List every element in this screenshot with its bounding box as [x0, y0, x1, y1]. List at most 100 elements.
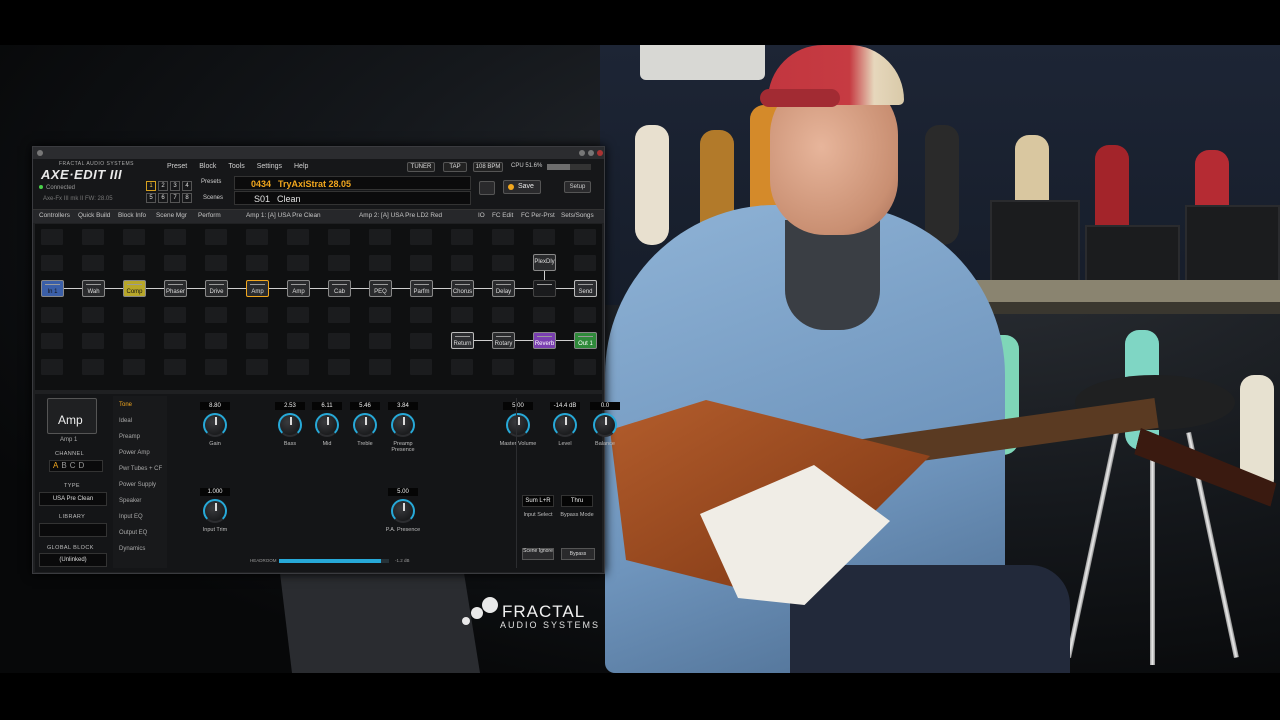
close-icon[interactable]: [597, 150, 603, 156]
grid-cell[interactable]: [123, 307, 145, 323]
grid-cell[interactable]: [492, 255, 514, 271]
page-preamp[interactable]: Preamp: [119, 434, 140, 440]
grid-cell[interactable]: [533, 359, 555, 375]
block-delay[interactable]: Delay: [492, 280, 515, 297]
library-field[interactable]: [39, 523, 107, 537]
grid-cell[interactable]: [492, 307, 514, 323]
grid-cell[interactable]: [410, 333, 432, 349]
grid-cell[interactable]: [82, 333, 104, 349]
grid-cell[interactable]: [41, 333, 63, 349]
num-button-7[interactable]: 7: [170, 193, 180, 203]
grid-cell[interactable]: [287, 333, 309, 349]
grid-cell[interactable]: [205, 359, 227, 375]
grid-cell[interactable]: [123, 359, 145, 375]
scene-display[interactable]: S01 Clean: [234, 191, 471, 205]
knob-master-volume[interactable]: [506, 413, 530, 437]
page-power-supply[interactable]: Power Supply: [119, 482, 156, 488]
grid-cell[interactable]: [164, 359, 186, 375]
grid-cell[interactable]: [328, 359, 350, 375]
block-out-1[interactable]: Out 1: [574, 332, 597, 349]
grid-cell[interactable]: [369, 359, 391, 375]
setup-button[interactable]: Setup: [564, 181, 591, 193]
channel-selector[interactable]: ABCD: [49, 460, 103, 472]
block-empty[interactable]: [533, 280, 556, 297]
grid-cell[interactable]: [451, 307, 473, 323]
grid-cell[interactable]: [287, 229, 309, 245]
grid-cell[interactable]: [82, 229, 104, 245]
page-dynamics[interactable]: Dynamics: [119, 546, 145, 552]
grid-cell[interactable]: [410, 229, 432, 245]
grid-cell[interactable]: [82, 359, 104, 375]
num-button-3[interactable]: 3: [170, 181, 180, 191]
signal-grid[interactable]: In 1 Wah Comp Phaser Drive Amp Amp Cab PEQ Parfm C…: [35, 224, 602, 390]
block-reverb[interactable]: Reverb: [533, 332, 556, 349]
grid-cell[interactable]: [164, 307, 186, 323]
grid-cell[interactable]: [82, 255, 104, 271]
grid-cell[interactable]: [205, 255, 227, 271]
tab-amp1[interactable]: Amp 1: [A] USA Pre Clean: [246, 212, 321, 219]
grid-cell[interactable]: [164, 229, 186, 245]
knob-level[interactable]: [553, 413, 577, 437]
knob-value[interactable]: 5.00: [388, 488, 418, 496]
knob-value[interactable]: 5.46: [350, 402, 380, 410]
global-block-field[interactable]: (Unlinked): [39, 553, 107, 567]
grid-cell[interactable]: [574, 359, 596, 375]
grid-cell[interactable]: [533, 229, 555, 245]
num-button-6[interactable]: 6: [158, 193, 168, 203]
tab-controllers[interactable]: Controllers: [39, 212, 70, 219]
grid-cell[interactable]: [328, 307, 350, 323]
tab-amp2[interactable]: Amp 2: [A] USA Pre LD2 Red: [359, 212, 442, 219]
block-phaser[interactable]: Phaser: [164, 280, 187, 297]
bypass-button[interactable]: Bypass: [561, 548, 595, 560]
grid-cell[interactable]: [164, 255, 186, 271]
tuner-button[interactable]: TUNER: [407, 162, 435, 172]
grid-cell[interactable]: [369, 255, 391, 271]
grid-cell[interactable]: [574, 307, 596, 323]
channel-d[interactable]: D: [78, 461, 87, 470]
grid-cell[interactable]: [492, 359, 514, 375]
menu-help[interactable]: Help: [294, 163, 308, 170]
grid-cell[interactable]: [41, 229, 63, 245]
page-ideal[interactable]: Ideal: [119, 418, 132, 424]
grid-cell[interactable]: [246, 333, 268, 349]
tab-fc-edit[interactable]: FC Edit: [492, 212, 513, 219]
knob-value[interactable]: 5.00: [503, 402, 533, 410]
grid-cell[interactable]: [410, 359, 432, 375]
camera-icon[interactable]: [479, 181, 495, 195]
num-button-5[interactable]: 5: [146, 193, 156, 203]
menu-preset[interactable]: Preset: [167, 163, 187, 170]
grid-cell[interactable]: [246, 359, 268, 375]
grid-cell[interactable]: [369, 307, 391, 323]
knob-value[interactable]: -14.4 dB: [550, 402, 580, 410]
knob-balance[interactable]: [593, 413, 617, 437]
block-parfm[interactable]: Parfm: [410, 280, 433, 297]
grid-cell[interactable]: [205, 229, 227, 245]
grid-cell[interactable]: [451, 229, 473, 245]
grid-cell[interactable]: [287, 359, 309, 375]
block-rotary[interactable]: Rotary: [492, 332, 515, 349]
num-button-1[interactable]: 1: [146, 181, 156, 191]
scene-ignore-button[interactable]: Scene Ignore: [522, 548, 554, 560]
grid-cell[interactable]: [287, 255, 309, 271]
tap-button[interactable]: TAP: [443, 162, 467, 172]
knob-value[interactable]: 2.53: [275, 402, 305, 410]
menu-settings[interactable]: Settings: [257, 163, 282, 170]
grid-cell[interactable]: [41, 255, 63, 271]
num-button-2[interactable]: 2: [158, 181, 168, 191]
grid-cell[interactable]: [574, 255, 596, 271]
grid-cell[interactable]: [328, 333, 350, 349]
grid-cell[interactable]: [246, 255, 268, 271]
block-amp[interactable]: Amp: [287, 280, 310, 297]
tab-io[interactable]: IO: [478, 212, 485, 219]
bypass-mode-button[interactable]: Thru: [561, 495, 593, 507]
page-speaker[interactable]: Speaker: [119, 498, 141, 504]
presets-label[interactable]: Presets: [201, 179, 221, 185]
minimize-icon[interactable]: [579, 150, 585, 156]
num-button-8[interactable]: 8: [182, 193, 192, 203]
block-return[interactable]: Return: [451, 332, 474, 349]
grid-cell[interactable]: [369, 333, 391, 349]
grid-cell[interactable]: [205, 333, 227, 349]
page-tone[interactable]: Tone: [119, 402, 132, 408]
grid-cell[interactable]: [123, 255, 145, 271]
block-cab[interactable]: Cab: [328, 280, 351, 297]
